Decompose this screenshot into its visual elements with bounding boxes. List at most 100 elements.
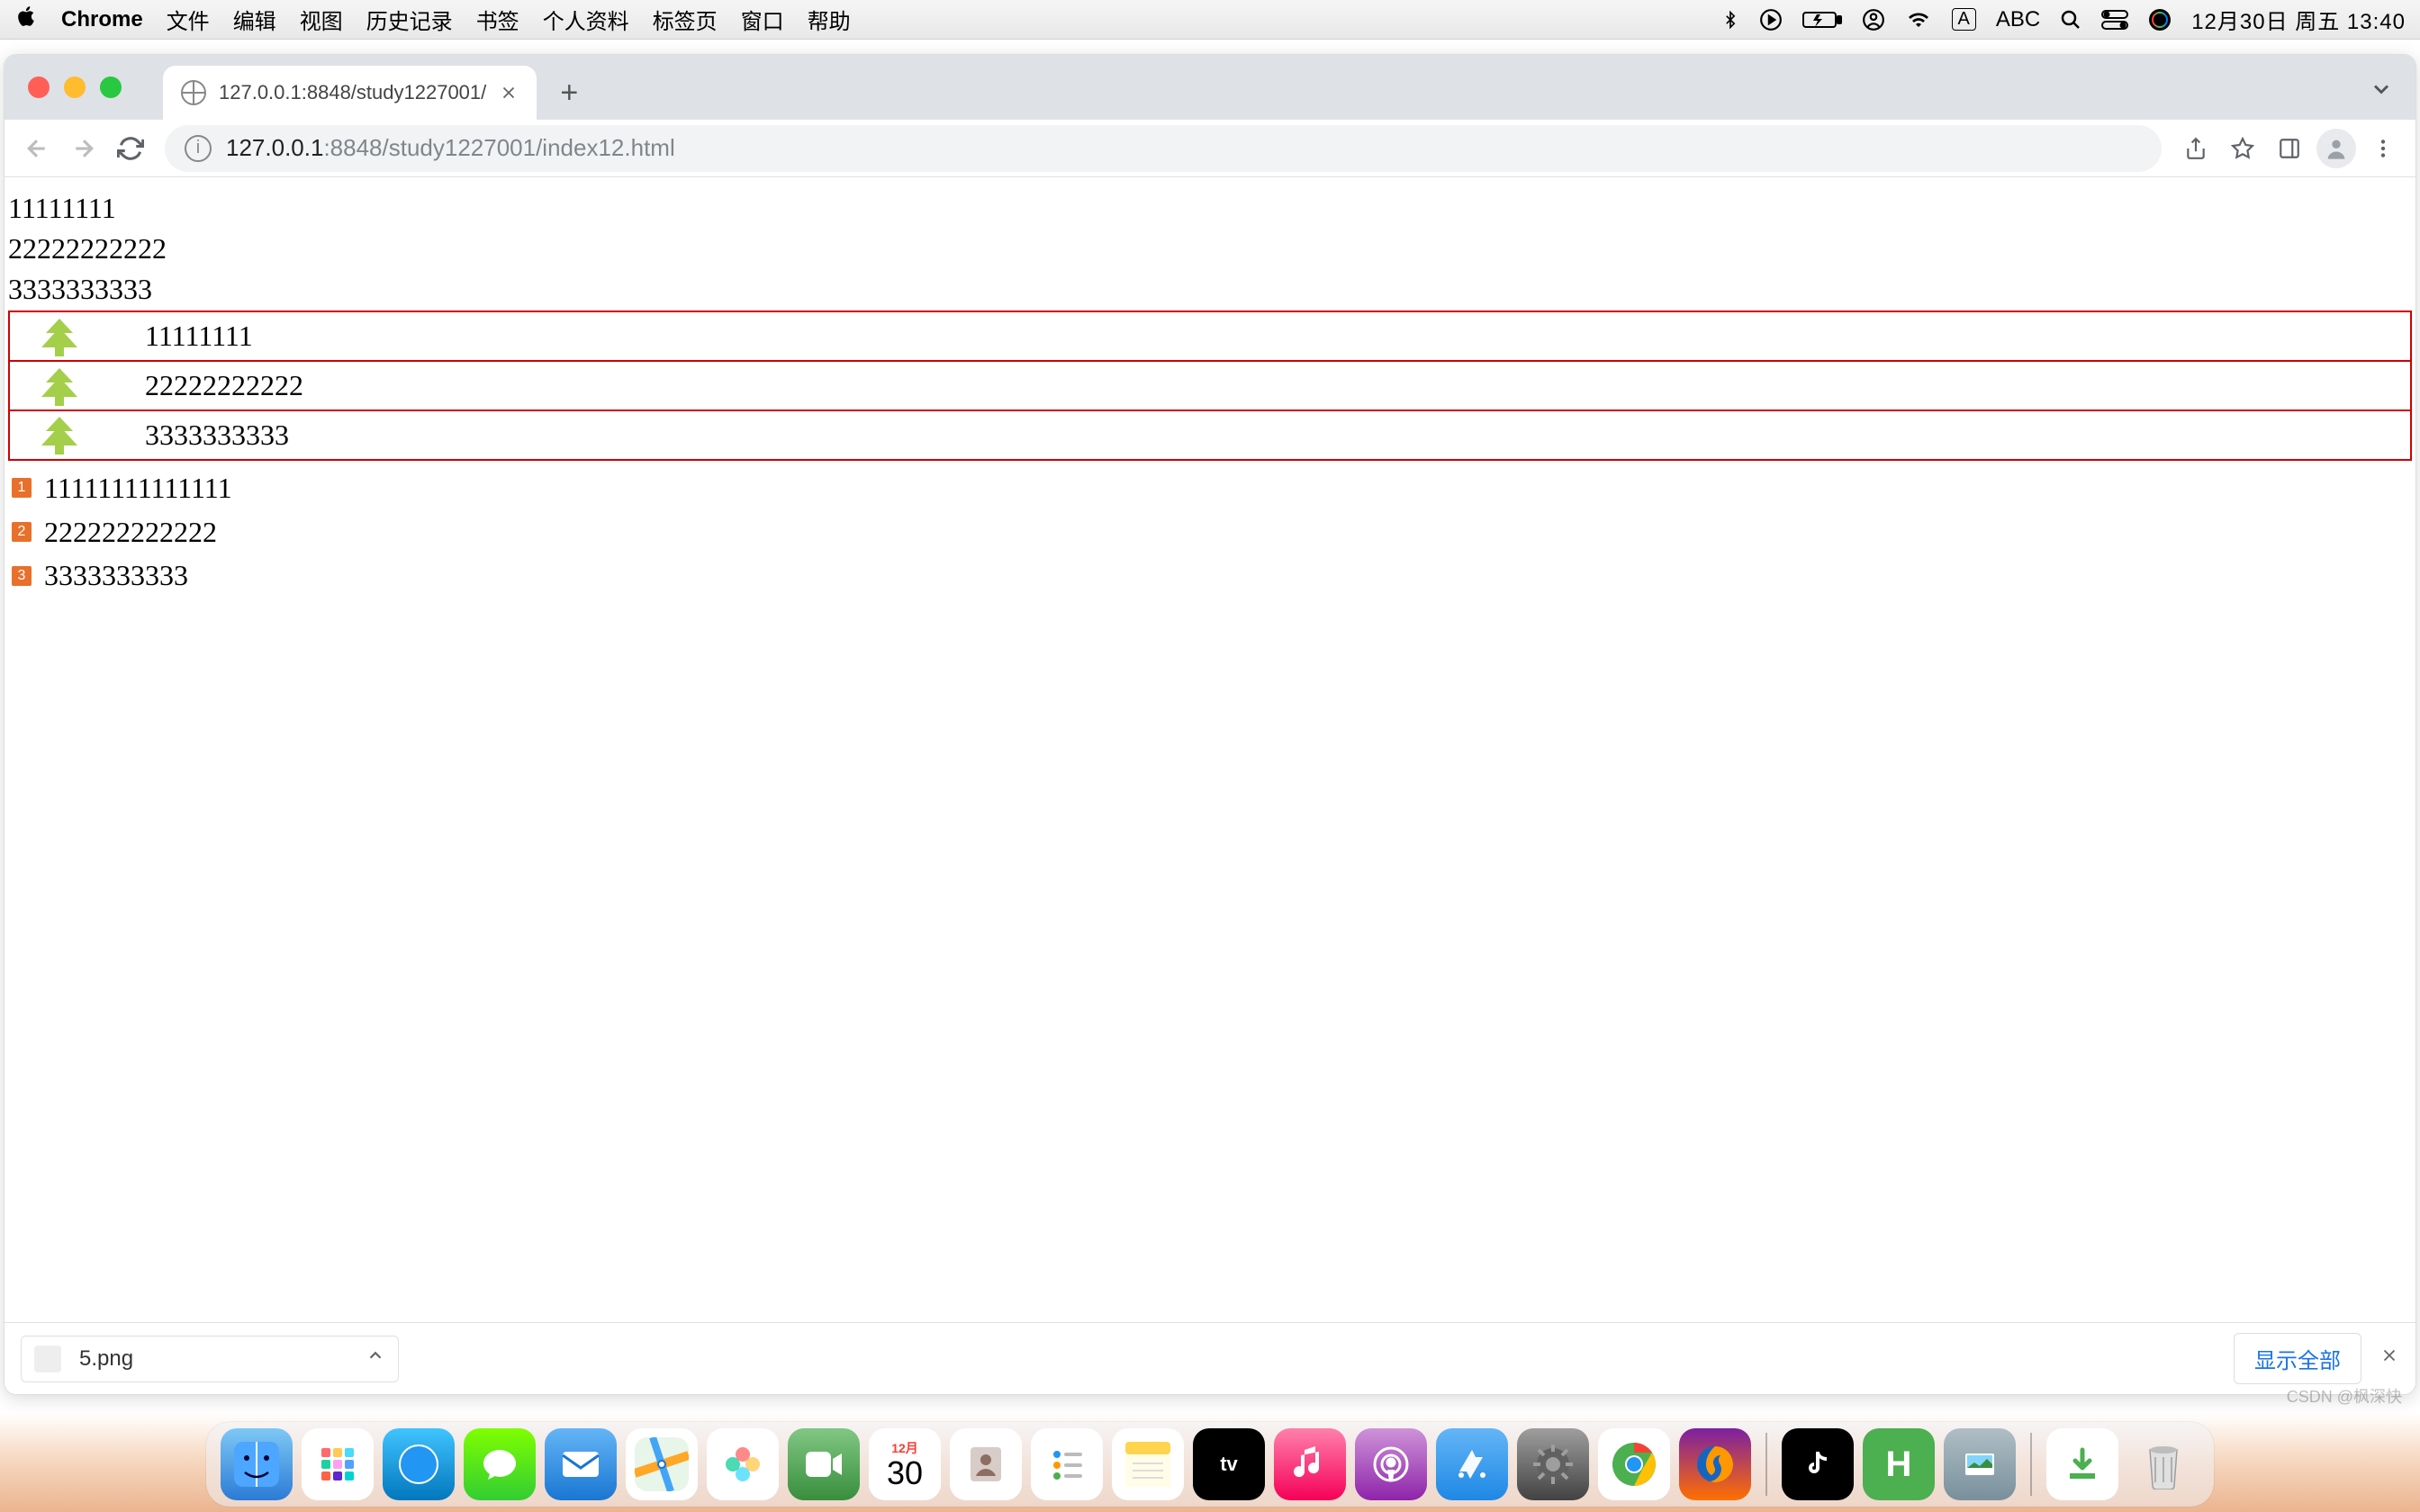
menubar-app-name[interactable]: Chrome	[61, 7, 143, 32]
browser-tab[interactable]: 127.0.0.1:8848/study1227001/	[163, 66, 537, 120]
tab-close-button[interactable]	[499, 83, 519, 103]
nav-forward-button[interactable]	[64, 129, 104, 168]
dock-mail[interactable]	[545, 1428, 617, 1500]
list-item: 2 222222222222	[8, 510, 2412, 554]
chrome-window: 127.0.0.1:8848/study1227001/ + i 127.0.0…	[4, 54, 2416, 1395]
url-display: 127.0.0.1:8848/study1227001/index12.html	[226, 134, 675, 162]
dock-downloads[interactable]	[2046, 1428, 2118, 1500]
menu-bookmarks[interactable]: 书签	[476, 4, 519, 35]
download-item[interactable]: 5.png	[21, 1336, 399, 1382]
sidepanel-button[interactable]	[2270, 129, 2309, 168]
window-close-button[interactable]	[28, 76, 50, 98]
list-item-text: 222222222222	[44, 512, 217, 553]
number-badge: 1	[12, 478, 32, 498]
menu-view[interactable]: 视图	[300, 4, 343, 35]
list-item-text: 22222222222	[145, 365, 303, 406]
list-item: 3333333333	[8, 410, 2412, 461]
bookmark-button[interactable]	[2223, 129, 2262, 168]
numbered-list: 1 11111111111111 2 222222222222 3 333333…	[8, 466, 2412, 598]
list-item: 3333333333	[8, 269, 2412, 310]
new-tab-button[interactable]: +	[547, 71, 591, 114]
page-content: 11111111 22222222222 3333333333 11111111…	[5, 177, 2415, 608]
dock-notes[interactable]	[1112, 1428, 1184, 1500]
dock-app-preview[interactable]	[1944, 1428, 2016, 1500]
dock-podcasts[interactable]	[1355, 1428, 1427, 1500]
number-badge: 2	[12, 522, 32, 542]
globe-icon	[181, 80, 206, 105]
dock-music[interactable]	[1274, 1428, 1346, 1500]
menu-help[interactable]: 帮助	[808, 4, 851, 35]
download-show-all-button[interactable]: 显示全部	[2234, 1333, 2361, 1384]
download-filename: 5.png	[79, 1346, 133, 1372]
dock-launchpad[interactable]	[302, 1428, 374, 1500]
dock-finder[interactable]	[221, 1428, 293, 1500]
toolbar-actions	[2176, 129, 2403, 168]
menu-tabs[interactable]: 标签页	[653, 4, 718, 35]
dock-maps[interactable]	[626, 1428, 698, 1500]
dock-area: 12月 30 tv H	[0, 1413, 2420, 1512]
site-info-icon[interactable]: i	[185, 135, 212, 162]
chrome-menu-button[interactable]	[2363, 129, 2403, 168]
chrome-tabstrip: 127.0.0.1:8848/study1227001/ +	[5, 55, 2415, 120]
tree-marker-icon	[10, 368, 109, 404]
menu-profiles[interactable]: 个人资料	[543, 4, 629, 35]
nav-back-button[interactable]	[17, 129, 57, 168]
apple-menu-icon[interactable]	[14, 4, 38, 35]
chrome-toolbar: i 127.0.0.1:8848/study1227001/index12.ht…	[5, 120, 2415, 177]
list-item: 11111111	[8, 310, 2412, 362]
list-item: 22222222222	[8, 229, 2412, 269]
window-minimize-button[interactable]	[64, 76, 86, 98]
download-item-menu[interactable]	[366, 1346, 385, 1372]
share-button[interactable]	[2176, 129, 2216, 168]
tree-marker-icon	[10, 319, 109, 355]
dock-chrome[interactable]	[1598, 1428, 1670, 1500]
download-shelf-close-button[interactable]	[2379, 1346, 2399, 1372]
dock-firefox[interactable]	[1679, 1428, 1751, 1500]
dock-photos[interactable]	[707, 1428, 779, 1500]
tab-overflow-button[interactable]	[2369, 76, 2394, 106]
bluetooth-icon[interactable]	[1721, 8, 1739, 32]
address-bar[interactable]: i 127.0.0.1:8848/study1227001/index12.ht…	[165, 125, 2162, 172]
list-item: 1 11111111111111	[8, 466, 2412, 510]
window-fullscreen-button[interactable]	[100, 76, 122, 98]
wifi-icon[interactable]	[1905, 9, 1932, 31]
menu-window[interactable]: 窗口	[741, 4, 784, 35]
nav-reload-button[interactable]	[111, 129, 150, 168]
list-item-text: 3333333333	[145, 415, 289, 455]
dock-calendar[interactable]: 12月 30	[869, 1428, 941, 1500]
dock-safari[interactable]	[383, 1428, 455, 1500]
user-switch-icon[interactable]	[1862, 8, 1885, 32]
dock-facetime[interactable]	[788, 1428, 860, 1500]
menubar-clock[interactable]: 12月30日 周五 13:40	[2191, 4, 2406, 35]
file-icon	[34, 1346, 61, 1372]
list-item-text: 3333333333	[44, 555, 188, 596]
input-source-indicator[interactable]: A	[1952, 8, 1976, 31]
dock: 12月 30 tv H	[206, 1422, 2214, 1507]
dock-separator	[1765, 1433, 1767, 1496]
list-item: 22222222222	[8, 360, 2412, 411]
dock-separator	[2030, 1433, 2032, 1496]
dock-tv[interactable]: tv	[1193, 1428, 1265, 1500]
spotlight-icon[interactable]	[2060, 9, 2081, 31]
dock-contacts[interactable]	[950, 1428, 1022, 1500]
menu-edit[interactable]: 编辑	[233, 4, 276, 35]
menu-history[interactable]: 历史记录	[366, 4, 453, 35]
dock-trash[interactable]	[2127, 1428, 2199, 1500]
list-item-text: 11111111	[145, 316, 253, 356]
download-shelf: 5.png 显示全部	[5, 1322, 2415, 1394]
dock-settings[interactable]	[1517, 1428, 1589, 1500]
dock-reminders[interactable]	[1031, 1428, 1103, 1500]
battery-icon[interactable]	[1802, 10, 1842, 30]
input-source-label[interactable]: ABC	[1996, 7, 2040, 32]
dock-messages[interactable]	[464, 1428, 536, 1500]
dock-appstore[interactable]	[1436, 1428, 1508, 1500]
list-item: 11111111	[8, 188, 2412, 229]
menu-file[interactable]: 文件	[167, 4, 210, 35]
control-center-icon[interactable]	[2101, 10, 2128, 30]
tree-marker-icon	[10, 417, 109, 453]
profile-avatar[interactable]	[2316, 129, 2356, 168]
play-status-icon[interactable]	[1759, 8, 1783, 32]
dock-app-hbuilder[interactable]: H	[1863, 1428, 1935, 1500]
dock-app-tiktok[interactable]	[1782, 1428, 1854, 1500]
siri-icon[interactable]	[2148, 8, 2172, 32]
